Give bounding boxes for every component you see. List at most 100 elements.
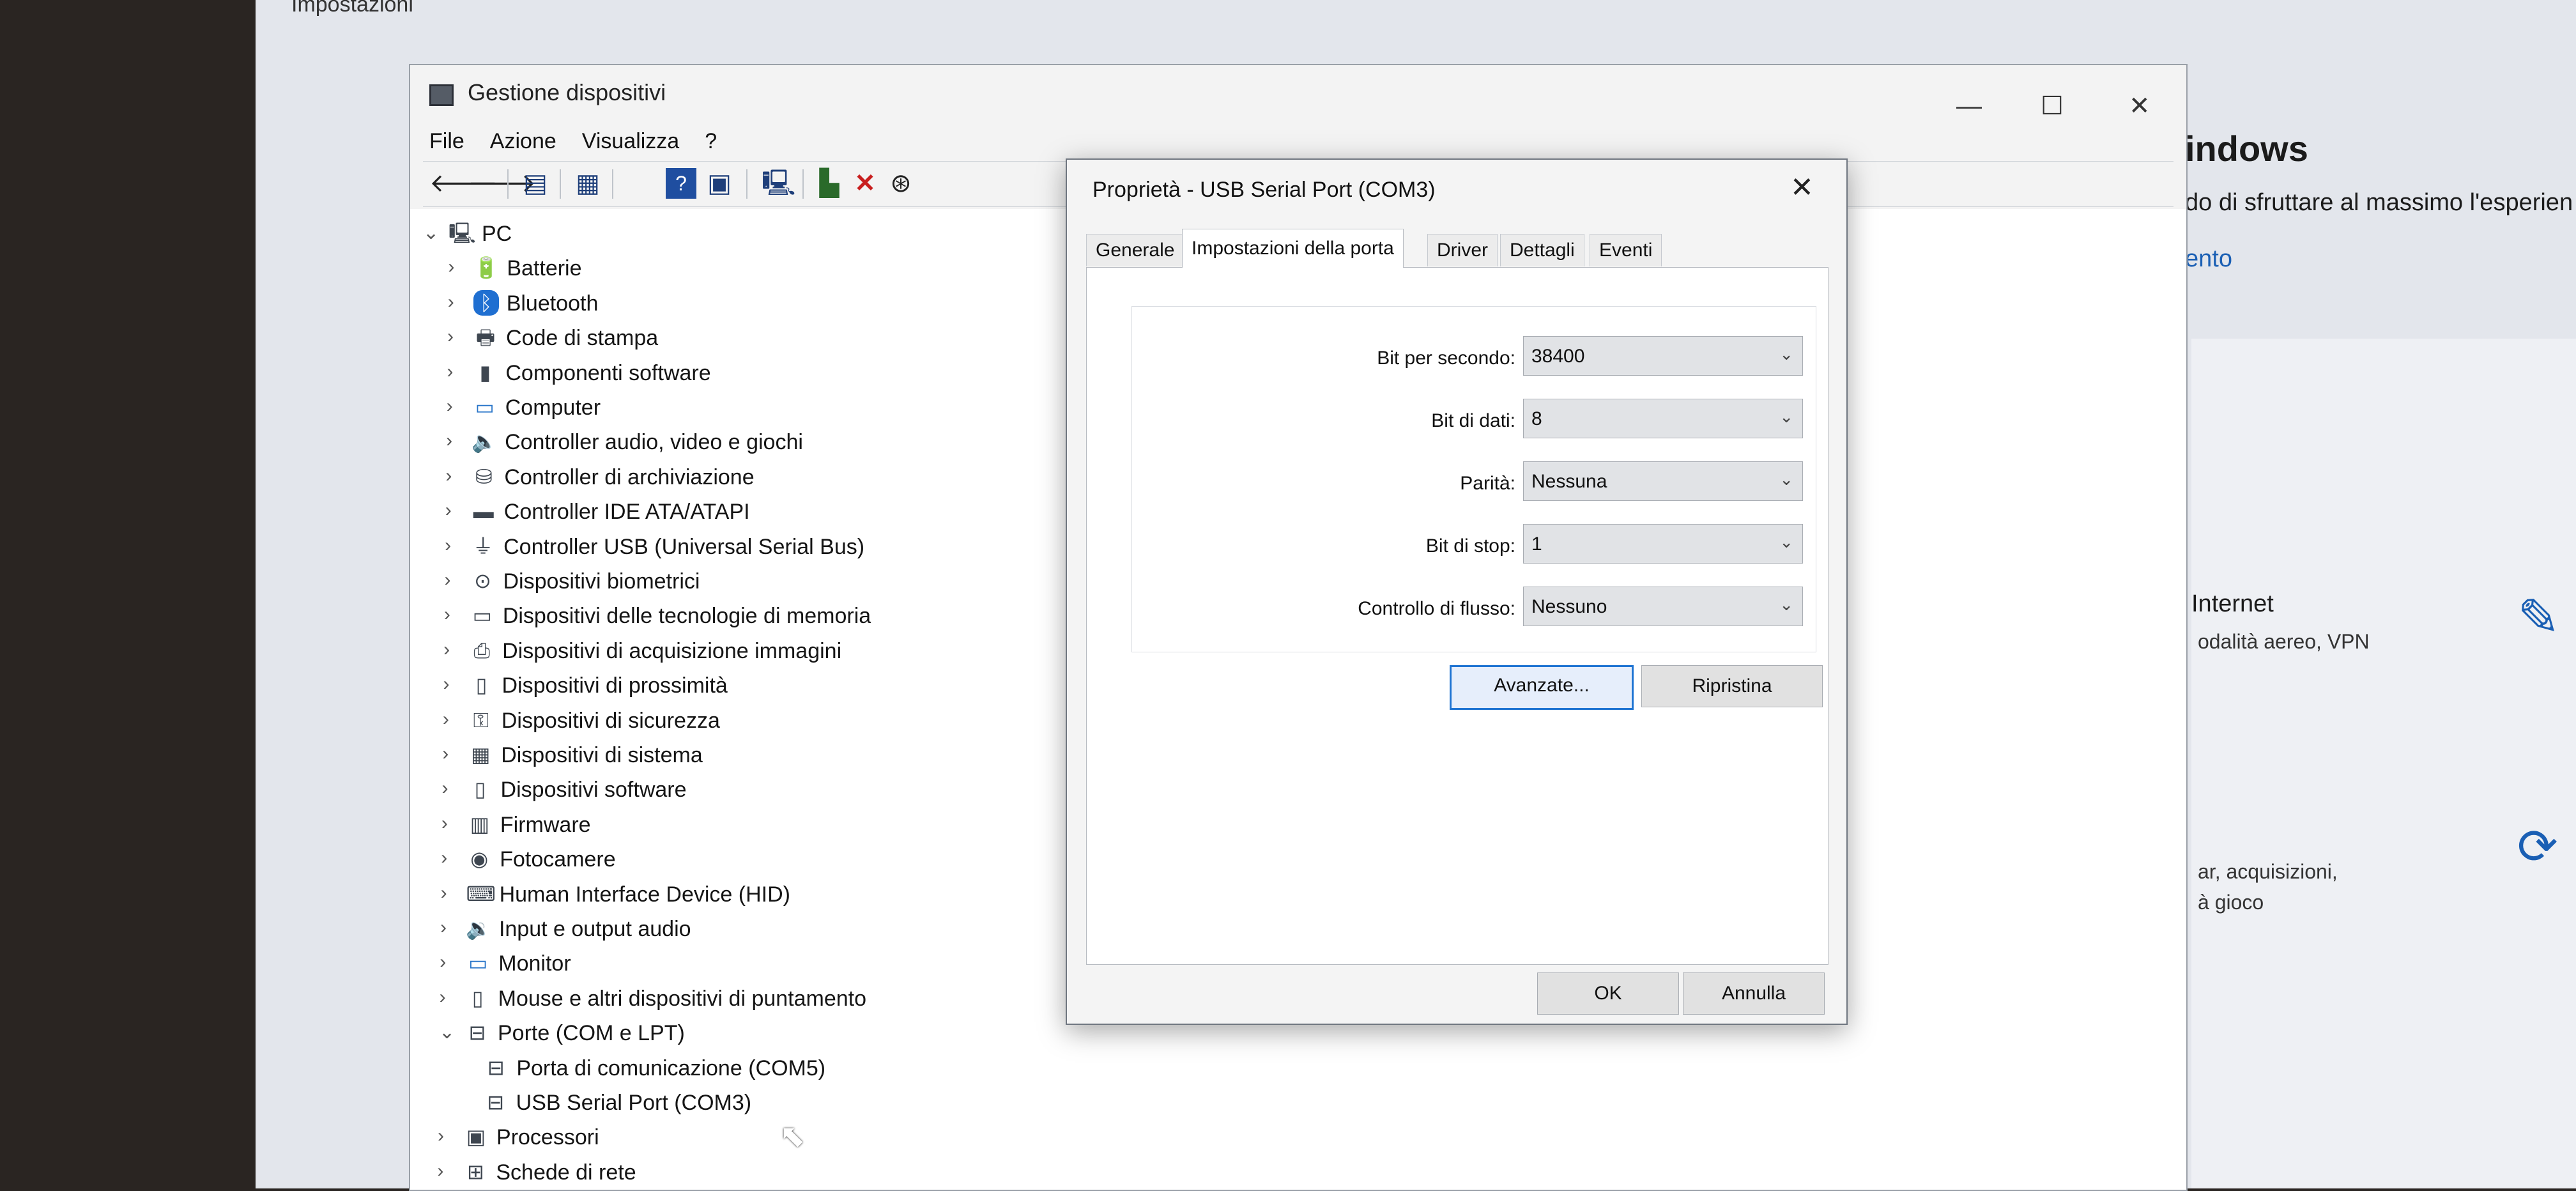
chevron-right-icon[interactable]: › bbox=[442, 743, 457, 765]
sync-clock-icon[interactable]: ⟳ bbox=[2517, 818, 2558, 875]
devmgr-titlebar[interactable]: Gestione dispositivi — ☐ ✕ bbox=[410, 65, 2186, 121]
flow-control-value: Nessuno bbox=[1531, 596, 1607, 617]
chevron-right-icon[interactable]: › bbox=[442, 778, 457, 799]
menu-visualizza[interactable]: Visualizza bbox=[582, 121, 679, 154]
chevron-down-icon[interactable]: ⌄ bbox=[423, 222, 439, 244]
tree-item-label: Controller audio, video e giochi bbox=[505, 430, 803, 455]
field-flow-control: Controllo di flusso: Nessuno ⌄ bbox=[1132, 587, 1816, 629]
tree-item-label: Dispositivi delle tecnologie di memoria bbox=[502, 604, 871, 629]
add-driver-icon[interactable]: ▙ bbox=[814, 168, 845, 199]
show-hidden-icon[interactable]: ▦ bbox=[572, 168, 603, 199]
internet-title[interactable]: Internet bbox=[2191, 590, 2274, 618]
webcam-icon: ◉ bbox=[470, 847, 489, 871]
settings-link[interactable]: ento bbox=[2185, 245, 2232, 273]
cancel-button[interactable]: Annulla bbox=[1683, 972, 1825, 1015]
advanced-button[interactable]: Avanzate... bbox=[1450, 665, 1634, 710]
chevron-right-icon[interactable]: › bbox=[447, 396, 462, 417]
dialog-close-button[interactable]: ✕ bbox=[1790, 174, 1814, 202]
chevron-down-icon: ⌄ bbox=[1779, 470, 1793, 489]
chevron-right-icon[interactable]: › bbox=[448, 291, 463, 313]
parity-value: Nessuna bbox=[1531, 471, 1607, 492]
flow-control-label: Controllo di flusso: bbox=[1358, 598, 1515, 619]
update-subtitle-1: ar, acquisizioni, bbox=[2198, 860, 2338, 883]
chevron-right-icon[interactable]: › bbox=[443, 673, 459, 695]
uninstall-icon[interactable]: ✕ bbox=[850, 168, 880, 199]
tree-item-label: PC bbox=[482, 222, 512, 246]
maximize-button[interactable]: ☐ bbox=[2041, 93, 2064, 119]
chevron-right-icon[interactable]: › bbox=[446, 430, 461, 452]
tab-dettagli[interactable]: Dettagli bbox=[1500, 234, 1584, 266]
system-device-icon: ▦ bbox=[471, 743, 491, 766]
properties-icon[interactable]: ▤ bbox=[520, 168, 551, 199]
port-settings-group: Bit per secondo: 38400 ⌄ Bit di dati: 8 ⌄ … bbox=[1131, 306, 1816, 652]
chevron-right-icon[interactable]: › bbox=[437, 1160, 452, 1182]
pen-edit-icon[interactable]: ✎ bbox=[2517, 588, 2560, 647]
stop-bits-select[interactable]: 1 ⌄ bbox=[1523, 524, 1803, 564]
tab-eventi[interactable]: Eventi bbox=[1590, 234, 1662, 266]
minimize-button[interactable]: — bbox=[1956, 93, 1982, 119]
device-manager-icon bbox=[429, 84, 454, 106]
tab-port-settings[interactable]: Impostazioni della porta bbox=[1182, 229, 1404, 268]
monitor-icon: ▭ bbox=[475, 396, 494, 419]
chevron-right-icon[interactable]: › bbox=[447, 326, 463, 348]
port-icon: ⊟ bbox=[487, 1091, 505, 1114]
toolbar-separator bbox=[802, 169, 804, 199]
tree-item-label: Dispositivi di sicurezza bbox=[501, 708, 720, 733]
chevron-right-icon[interactable]: › bbox=[445, 535, 460, 557]
memory-tech-icon: ▭ bbox=[472, 604, 492, 627]
menu-bar: File Azione Visualizza? bbox=[429, 121, 742, 161]
usb-icon: ⏚ bbox=[473, 534, 494, 558]
back-arrow-icon[interactable]: 🡐 bbox=[429, 168, 498, 199]
chevron-right-icon[interactable]: › bbox=[441, 813, 457, 834]
tree-item-label: Computer bbox=[505, 396, 601, 420]
tree-item-label: Controller di archiviazione bbox=[504, 465, 755, 489]
chevron-down-icon: ⌄ bbox=[1779, 407, 1793, 426]
menu-azione[interactable]: Azione bbox=[490, 121, 556, 154]
baud-label: Bit per secondo: bbox=[1377, 348, 1515, 369]
chevron-right-icon[interactable]: › bbox=[441, 847, 456, 869]
data-bits-select[interactable]: 8 ⌄ bbox=[1523, 399, 1803, 438]
proximity-icon: ▯ bbox=[475, 673, 487, 697]
help-icon[interactable]: ? bbox=[666, 168, 696, 199]
tree-item-label: Bluetooth bbox=[506, 291, 599, 316]
chevron-down-icon[interactable]: ⌄ bbox=[439, 1021, 455, 1043]
parity-select[interactable]: Nessuna ⌄ bbox=[1523, 461, 1803, 501]
devmgr-title: Gestione dispositivi bbox=[468, 79, 666, 105]
chevron-right-icon[interactable]: › bbox=[440, 987, 455, 1008]
tab-driver[interactable]: Driver bbox=[1427, 234, 1498, 266]
ok-button[interactable]: OK bbox=[1537, 972, 1679, 1015]
settings-content-area bbox=[2191, 339, 2576, 1188]
parity-label: Parità: bbox=[1460, 473, 1515, 494]
printer-icon: 🖶 bbox=[475, 326, 496, 350]
chevron-right-icon[interactable]: › bbox=[447, 361, 462, 383]
menu-file[interactable]: File bbox=[429, 121, 464, 154]
chevron-right-icon[interactable]: › bbox=[443, 639, 459, 661]
field-parity: Parità: Nessuna ⌄ bbox=[1132, 461, 1816, 503]
chevron-right-icon[interactable]: › bbox=[440, 917, 456, 939]
tab-generale[interactable]: Generale bbox=[1086, 234, 1184, 266]
chevron-right-icon[interactable]: › bbox=[441, 882, 456, 904]
chevron-right-icon[interactable]: › bbox=[438, 1125, 453, 1147]
forward-arrow-icon[interactable]: 🡒 bbox=[468, 168, 536, 199]
chevron-right-icon[interactable]: › bbox=[445, 465, 461, 487]
chevron-right-icon[interactable]: › bbox=[445, 500, 461, 521]
flow-control-select[interactable]: Nessuno ⌄ bbox=[1523, 587, 1803, 626]
chevron-right-icon[interactable]: › bbox=[444, 569, 459, 591]
tree-item-label: USB Serial Port (COM3) bbox=[516, 1091, 752, 1115]
restore-defaults-button[interactable]: Ripristina bbox=[1641, 665, 1823, 707]
chevron-down-icon: ⌄ bbox=[1779, 532, 1793, 551]
update-subtitle-2: à gioco bbox=[2198, 891, 2264, 914]
baud-select[interactable]: 38400 ⌄ bbox=[1523, 336, 1803, 376]
close-button[interactable]: ✕ bbox=[2129, 93, 2150, 119]
tree-item-label: Mouse e altri dispositivi di puntamento bbox=[498, 986, 867, 1011]
chevron-right-icon[interactable]: › bbox=[444, 604, 459, 626]
chevron-right-icon[interactable]: › bbox=[443, 709, 458, 730]
chevron-right-icon[interactable]: › bbox=[440, 951, 455, 973]
storage-icon: ⛁ bbox=[475, 465, 493, 488]
camera-scanner-icon: ⎙ bbox=[473, 638, 490, 662]
chevron-right-icon[interactable]: › bbox=[448, 256, 463, 278]
menu-help[interactable]: ? bbox=[705, 121, 717, 154]
update-driver-icon[interactable]: ▣ bbox=[704, 168, 735, 199]
disable-device-icon[interactable]: ⊛ bbox=[885, 168, 916, 199]
scan-hardware-icon[interactable]: 🖳 bbox=[762, 168, 795, 199]
